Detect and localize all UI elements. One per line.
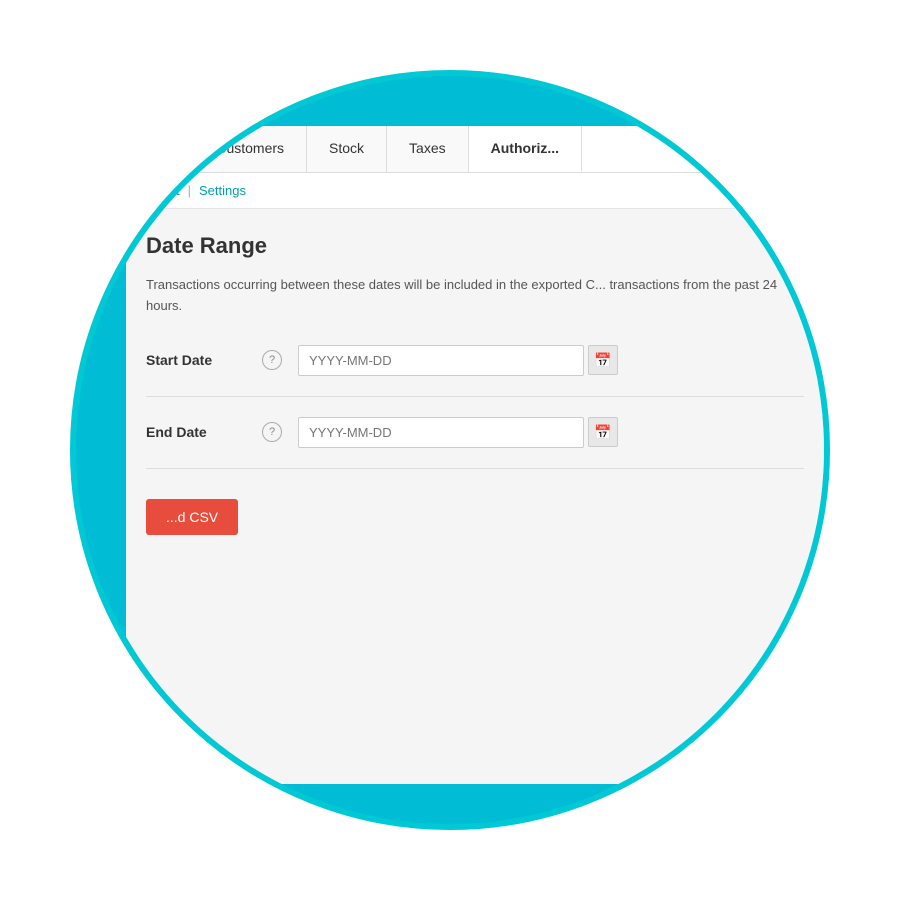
end-date-calendar-button[interactable]: 📅 bbox=[588, 417, 618, 447]
ui-panel: ...rs Customers Stock Taxes Authoriz... … bbox=[126, 126, 824, 784]
section-description: Transactions occurring between these dat… bbox=[146, 275, 804, 317]
start-date-calendar-button[interactable]: 📅 bbox=[588, 345, 618, 375]
export-link[interactable]: Export bbox=[142, 183, 180, 198]
calendar-icon: 📅 bbox=[594, 352, 611, 369]
start-date-help-icon[interactable]: ? bbox=[262, 350, 282, 370]
action-bar: Export | Settings bbox=[126, 173, 824, 209]
divider-2 bbox=[146, 468, 804, 469]
main-content: Date Range Transactions occurring betwee… bbox=[126, 209, 824, 559]
settings-link[interactable]: Settings bbox=[199, 183, 246, 198]
tab-orders[interactable]: ...rs bbox=[126, 126, 194, 172]
tab-authorize[interactable]: Authoriz... bbox=[469, 126, 582, 172]
export-csv-button[interactable]: ...d CSV bbox=[146, 499, 238, 535]
end-date-label: End Date bbox=[146, 424, 246, 440]
section-title: Date Range bbox=[146, 233, 804, 259]
start-date-row: Start Date ? 📅 bbox=[146, 345, 804, 376]
calendar-icon: 📅 bbox=[594, 424, 611, 441]
end-date-input[interactable] bbox=[298, 417, 584, 448]
start-date-input-wrapper: 📅 bbox=[298, 345, 618, 376]
start-date-label: Start Date bbox=[146, 352, 246, 368]
circle-frame: ...rs Customers Stock Taxes Authoriz... … bbox=[70, 70, 830, 830]
end-date-input-wrapper: 📅 bbox=[298, 417, 618, 448]
end-date-row: End Date ? 📅 bbox=[146, 417, 804, 448]
tab-customers[interactable]: Customers bbox=[194, 126, 307, 172]
tab-bar: ...rs Customers Stock Taxes Authoriz... bbox=[126, 126, 824, 173]
start-date-input[interactable] bbox=[298, 345, 584, 376]
tab-taxes[interactable]: Taxes bbox=[387, 126, 469, 172]
separator: | bbox=[188, 183, 191, 198]
divider-1 bbox=[146, 396, 804, 397]
tab-stock[interactable]: Stock bbox=[307, 126, 387, 172]
end-date-help-icon[interactable]: ? bbox=[262, 422, 282, 442]
